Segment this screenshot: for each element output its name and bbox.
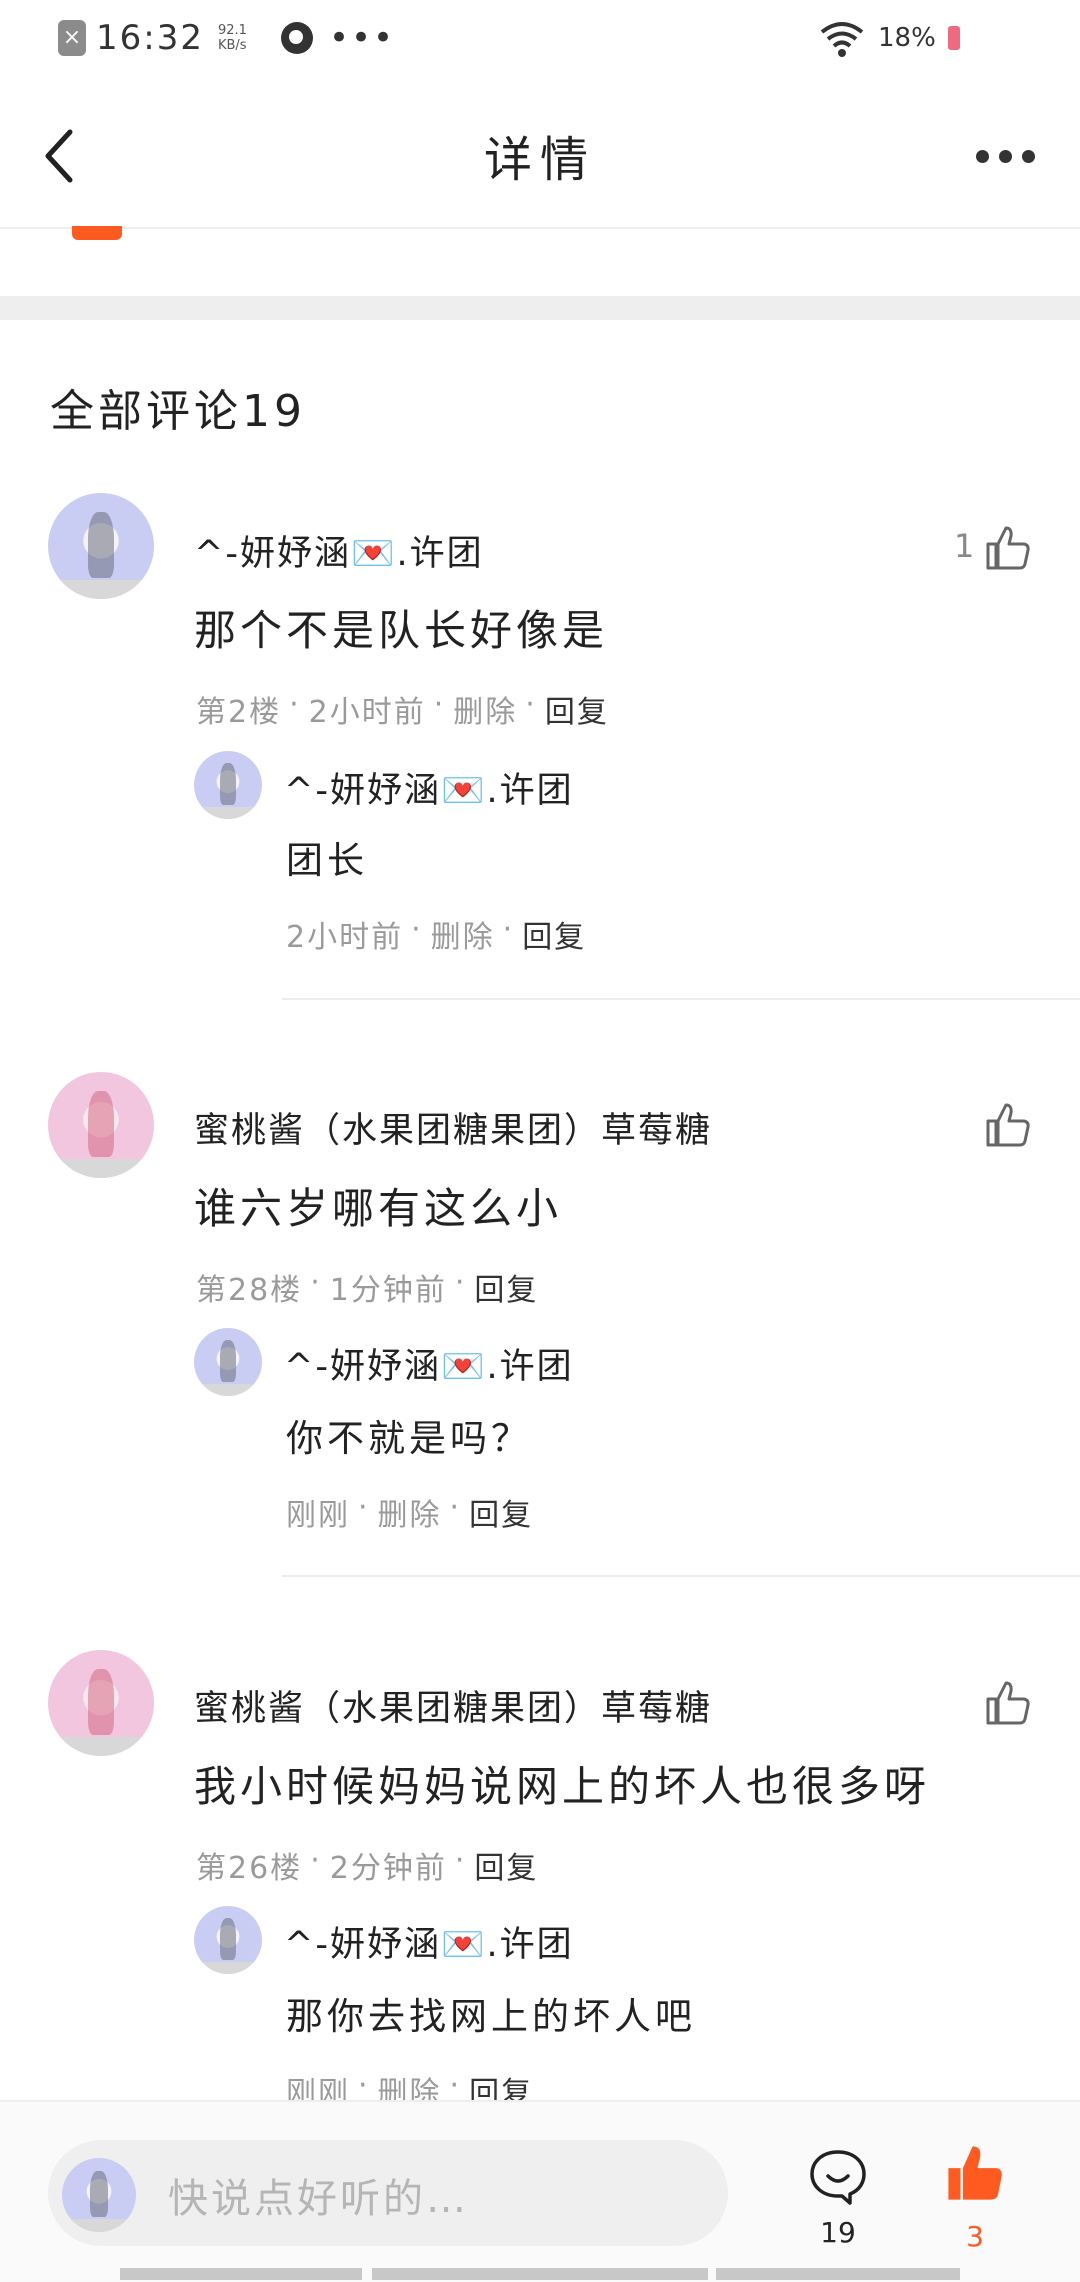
avatar[interactable] [194, 751, 262, 819]
section-separator [0, 296, 1080, 320]
reply-meta: 刚刚 · 删除 · 回复 [286, 1490, 534, 1534]
bottom-bar: 快说点好听的… 19 3 [0, 2100, 1080, 2282]
comment-meta: 第26楼 · 2分钟前 · 回复 [196, 1843, 539, 1887]
avatar[interactable] [194, 1328, 262, 1396]
reply-button[interactable]: 回复 [469, 1490, 533, 1534]
comment-floor: 第26楼 [196, 1851, 303, 1886]
comment-floor: 第28楼 [196, 1273, 303, 1308]
battery-icon [947, 26, 960, 50]
thumbs-up-icon[interactable] [984, 524, 1032, 572]
comment-user-name[interactable]: 蜜桃酱（水果团糖果团）草莓糖 [194, 1102, 712, 1153]
thumbs-up-icon[interactable] [984, 1679, 1032, 1727]
network-speed-unit: KB/s [217, 38, 247, 53]
thumbs-up-icon [72, 226, 122, 240]
delete-button[interactable]: 删除 [431, 912, 495, 956]
page-title: 详情 [483, 132, 596, 188]
comment-user-name[interactable]: ^-妍妤涵💌.许团 [194, 525, 484, 576]
reply-user-name[interactable]: ^-妍妤涵💌.许团 [284, 1338, 574, 1389]
reply-button[interactable]: 回复 [474, 1843, 538, 1887]
reply-user-name[interactable]: ^-妍妤涵💌.许团 [284, 1916, 574, 1967]
comment-floor: 第2楼 [196, 695, 282, 730]
reply-text: 团长 [286, 839, 368, 882]
network-speed: 92.1 KB/s [218, 23, 247, 53]
reply-text: 你不就是吗？ [286, 1417, 532, 1460]
divider [282, 998, 1080, 1000]
header: 详情 [0, 82, 1080, 229]
qq-icon [280, 22, 313, 54]
comments-section-title: 全部评论19 [50, 386, 306, 437]
avatar [62, 2158, 136, 2232]
reply-time: 2小时前 [286, 920, 404, 955]
avatar[interactable] [48, 1650, 154, 1756]
close-icon: × [58, 20, 86, 56]
like-count: 3 [966, 2220, 984, 2253]
avatar[interactable] [48, 1072, 154, 1178]
comment-text: 那个不是队长好像是 [194, 606, 609, 655]
delete-button[interactable]: 删除 [453, 687, 517, 731]
comment-text: 我小时候妈妈说网上的坏人也很多呀 [194, 1762, 931, 1811]
more-notifications-icon: ••• [328, 18, 396, 58]
comment-meta: 第28楼 · 1分钟前 · 回复 [196, 1265, 539, 1309]
reply-text: 那你去找网上的坏人吧 [286, 1995, 696, 2038]
reply-button[interactable]: 回复 [545, 687, 609, 731]
like-count: 1 [954, 527, 975, 565]
comment-input[interactable]: 快说点好听的… [48, 2140, 728, 2246]
avatar[interactable] [194, 1906, 262, 1974]
battery-level: 18% [878, 23, 936, 53]
comment-time: 2分钟前 [329, 1851, 447, 1886]
reply-user-name[interactable]: ^-妍妤涵💌.许团 [284, 762, 574, 813]
comment-count: 19 [820, 2216, 856, 2249]
comment-text: 谁六岁哪有这么小 [194, 1184, 563, 1233]
reply-button[interactable]: 回复 [522, 912, 586, 956]
comment-time: 1分钟前 [329, 1273, 447, 1308]
nav-indicator [120, 2268, 362, 2280]
comment-user-name[interactable]: 蜜桃酱（水果团糖果团）草莓糖 [194, 1680, 712, 1731]
comment-meta: 第2楼 · 2小时前 · 删除 · 回复 [196, 687, 609, 731]
more-icon[interactable] [976, 150, 1035, 163]
avatar[interactable] [48, 493, 154, 599]
comment-time: 2小时前 [308, 695, 426, 730]
status-right: 18% [818, 18, 960, 58]
status-left: × 16:32 92.1 KB/s ••• [58, 18, 395, 58]
nav-indicator [372, 2268, 708, 2280]
reply-meta: 2小时前 · 删除 · 回复 [286, 912, 587, 956]
comment-icon[interactable] [808, 2146, 868, 2206]
delete-button[interactable]: 删除 [378, 1490, 442, 1534]
divider [282, 1575, 1080, 1577]
status-bar: × 16:32 92.1 KB/s ••• 18% [0, 0, 1080, 82]
nav-indicator [716, 2268, 960, 2280]
status-time: 16:32 [96, 18, 204, 58]
network-speed-value: 92.1 [217, 23, 247, 38]
reply-button[interactable]: 回复 [474, 1265, 538, 1309]
reply-time: 刚刚 [286, 1498, 350, 1533]
comment-input-placeholder: 快说点好听的… [168, 2176, 469, 2222]
thumbs-up-icon[interactable] [946, 2144, 1004, 2202]
wifi-icon [820, 22, 864, 57]
thumbs-up-icon[interactable] [984, 1101, 1032, 1149]
